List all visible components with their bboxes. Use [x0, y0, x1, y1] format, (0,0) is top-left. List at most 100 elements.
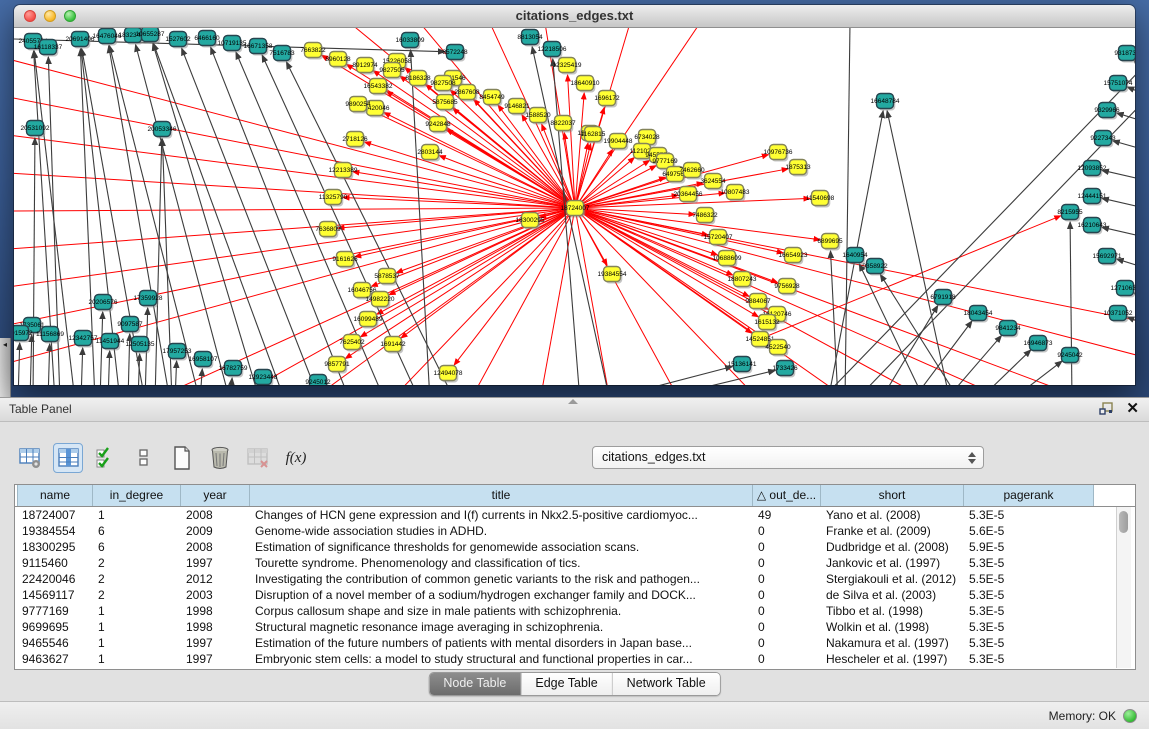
graph-node[interactable]: 18640910	[571, 76, 600, 93]
cell-in_degree[interactable]: 2	[93, 555, 181, 571]
cell-short[interactable]: Nakamura et al. (1997)	[821, 635, 964, 651]
cell-year[interactable]: 1997	[181, 635, 250, 651]
graph-node[interactable]: 1527602	[165, 32, 191, 49]
cell-short[interactable]: Franke et al. (2009)	[821, 523, 964, 539]
graph-node[interactable]: 12325419	[553, 58, 582, 75]
column-header-short[interactable]: short	[821, 485, 964, 506]
table-row[interactable]: 1872400712008Changes of HCN gene express…	[15, 507, 1135, 523]
graph-node[interactable]: 9756928	[774, 279, 800, 296]
graph-node[interactable]: 5875685	[432, 95, 458, 112]
graph-node[interactable]: 3624554	[700, 174, 726, 191]
graph-node[interactable]: 1733426	[772, 361, 798, 378]
graph-node[interactable]: 10719135	[218, 36, 247, 53]
cell-year[interactable]: 2003	[181, 587, 250, 603]
cell-in_degree[interactable]: 1	[93, 507, 181, 523]
graph-node[interactable]: 15751074	[1104, 76, 1133, 93]
cell-short[interactable]: Tibbo et al. (1998)	[821, 603, 964, 619]
tab-node-table[interactable]: Node Table	[429, 673, 520, 695]
cell-name[interactable]: 22420046	[17, 571, 93, 587]
graph-node[interactable]: 1696172	[594, 91, 620, 108]
graph-node[interactable]: 18043454	[964, 306, 993, 323]
cell-out_de[interactable]: 0	[753, 587, 821, 603]
cell-in_degree[interactable]: 2	[93, 587, 181, 603]
graph-node[interactable]: 4522540	[765, 340, 791, 357]
cell-year[interactable]: 2012	[181, 571, 250, 587]
graph-node[interactable]: 8215955	[1057, 205, 1083, 222]
cell-name[interactable]: 19384554	[17, 523, 93, 539]
cell-short[interactable]: de Silva et al. (2003)	[821, 587, 964, 603]
cell-name[interactable]: 9463627	[17, 651, 93, 667]
cell-in_degree[interactable]: 6	[93, 523, 181, 539]
cell-title[interactable]: Tourette syndrome. Phenomenology and cla…	[250, 555, 753, 571]
graph-node[interactable]: 19904448	[604, 134, 633, 151]
column-header-pagerank[interactable]: pagerank	[964, 485, 1094, 506]
graph-node[interactable]: 20531092	[21, 121, 50, 138]
graph-node[interactable]: 9097587	[117, 317, 143, 334]
table-row[interactable]: 2242004622012Investigating the contribut…	[15, 571, 1135, 587]
cell-pagerank[interactable]: 5.3E-5	[964, 555, 1094, 571]
graph-node[interactable]: 15720407	[704, 230, 733, 247]
graph-node[interactable]: 15136141	[728, 357, 757, 374]
cell-out_de[interactable]: 0	[753, 555, 821, 571]
graph-node[interactable]: 9245012	[305, 375, 331, 386]
graph-node[interactable]: 10807483	[721, 185, 750, 202]
column-header-in_degree[interactable]: in_degree	[93, 485, 181, 506]
graph-node[interactable]: 16033809	[396, 33, 425, 50]
cell-out_de[interactable]: 0	[753, 523, 821, 539]
graph-node[interactable]: 9227343	[1090, 131, 1116, 148]
graph-node[interactable]: 7516783	[269, 46, 295, 63]
network-window-titlebar[interactable]: citations_edges.txt	[14, 5, 1135, 28]
function-builder-icon[interactable]: f(x)	[282, 444, 310, 472]
graph-node[interactable]: 5878537	[374, 269, 400, 286]
cell-title[interactable]: Corpus callosum shape and size in male p…	[250, 603, 753, 619]
row-selection-icon[interactable]	[130, 444, 158, 472]
graph-node[interactable]: 6899695	[817, 234, 843, 251]
cell-pagerank[interactable]: 5.3E-5	[964, 651, 1094, 667]
graph-node[interactable]: 9841234	[995, 321, 1021, 338]
graph-node[interactable]: 16946873	[1024, 336, 1053, 353]
cell-out_de[interactable]: 0	[753, 571, 821, 587]
cell-short[interactable]: Wolkin et al. (1998)	[821, 619, 964, 635]
cell-title[interactable]: Genome-wide association studies in ADHD.	[250, 523, 753, 539]
table-settings-icon[interactable]	[16, 444, 44, 472]
graph-node[interactable]: 20206576	[89, 295, 118, 312]
cell-year[interactable]: 1997	[181, 651, 250, 667]
cell-short[interactable]: Hescheler et al. (1997)	[821, 651, 964, 667]
graph-node[interactable]: 17359928	[134, 291, 163, 308]
cell-in_degree[interactable]: 1	[93, 603, 181, 619]
table-vertical-scrollbar[interactable]	[1116, 507, 1131, 668]
graph-node[interactable]: 10688609	[713, 251, 742, 268]
cell-in_degree[interactable]: 6	[93, 539, 181, 555]
cell-out_de[interactable]: 0	[753, 619, 821, 635]
cell-pagerank[interactable]: 5.3E-5	[964, 603, 1094, 619]
cell-pagerank[interactable]: 5.3E-5	[964, 507, 1094, 523]
graph-node[interactable]: 15692971	[1093, 249, 1122, 266]
cell-name[interactable]: 9465546	[17, 635, 93, 651]
graph-node[interactable]: 2803144	[417, 145, 443, 162]
graph-node[interactable]: 1691442	[380, 337, 406, 354]
cell-out_de[interactable]: 0	[753, 651, 821, 667]
cell-name[interactable]: 18724007	[17, 507, 93, 523]
graph-node[interactable]: 12710634	[1111, 281, 1135, 298]
column-header-name[interactable]: name	[17, 485, 93, 506]
graph-node[interactable]: 9358922	[862, 259, 888, 276]
graph-node[interactable]: 8912974	[352, 58, 378, 75]
cell-year[interactable]: 1998	[181, 619, 250, 635]
table-row[interactable]: 1938455462009Genome-wide association stu…	[15, 523, 1135, 539]
cell-name[interactable]: 9115460	[17, 555, 93, 571]
graph-node[interactable]: 9884067	[745, 294, 771, 311]
cell-year[interactable]: 1997	[181, 555, 250, 571]
graph-node[interactable]: 7486322	[692, 208, 718, 225]
control-panel-collapsed-strip[interactable]: ◂	[0, 338, 11, 397]
tab-network-table[interactable]: Network Table	[612, 673, 720, 695]
new-column-icon[interactable]	[168, 444, 196, 472]
graph-node[interactable]: 16476046	[93, 29, 122, 46]
cell-out_de[interactable]: 0	[753, 603, 821, 619]
cell-short[interactable]: Dudbridge et al. (2008)	[821, 539, 964, 555]
graph-node[interactable]: 17957253	[163, 344, 192, 361]
table-row[interactable]: 1830029562008Estimation of significance …	[15, 539, 1135, 555]
graph-node[interactable]: 16648784	[871, 94, 900, 111]
network-canvas[interactable]: 1872400718300295193845547663822896012889…	[14, 28, 1135, 385]
collapse-arrow-icon[interactable]: ◂	[3, 340, 7, 349]
scrollbar-thumb[interactable]	[1119, 511, 1128, 533]
